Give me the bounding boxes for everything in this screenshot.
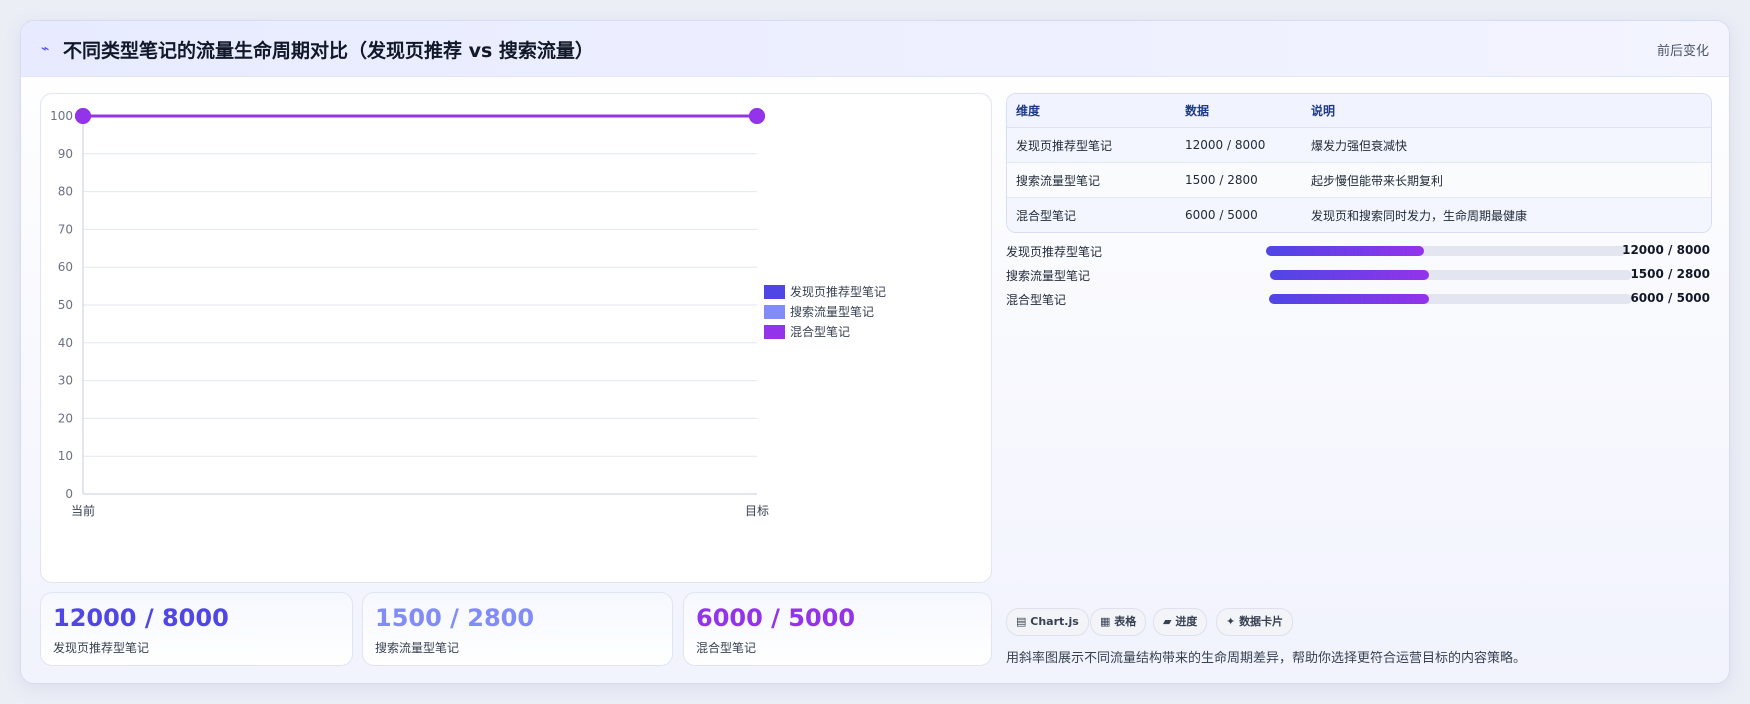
y-tick-label: 40 [58, 336, 73, 350]
progress-fill [1266, 246, 1425, 256]
y-tick-label: 90 [58, 147, 73, 161]
chip-table[interactable]: ▦ 表格 [1090, 608, 1147, 636]
y-tick-label: 20 [58, 411, 73, 425]
stat-label: 发现页推荐型笔记 [53, 641, 150, 655]
table-cell: 发现页推荐型笔记 [1007, 127, 1176, 163]
y-tick-label: 0 [65, 487, 73, 501]
stat-card-search: 1500 / 2800 搜索流量型笔记 [362, 592, 673, 666]
stat-label: 混合型笔记 [696, 641, 757, 655]
y-tick-label: 50 [58, 298, 73, 312]
progress-value: 1500 / 2800 [1630, 267, 1710, 281]
progress-track [1269, 294, 1632, 304]
column-header: 数据 [1176, 94, 1302, 128]
stat-value: 6000 / 5000 [696, 604, 856, 632]
progress-row: 搜索流量型笔记 1500 / 2800 [1006, 267, 1710, 283]
table-cell: 12000 / 8000 [1176, 127, 1302, 163]
table-cell: 1500 / 2800 [1176, 162, 1302, 198]
progress-fill [1270, 270, 1430, 280]
data-point [75, 108, 91, 124]
chart-description: 用斜率图展示不同流量结构带来的生命周期差异，帮助你选择更符合运营目标的内容策略。 [1006, 651, 1527, 666]
x-tick-label: 当前 [71, 503, 95, 518]
table-cell: 起步慢但能带来长期复利 [1302, 162, 1711, 198]
slope-chart: 0 10 20 30 40 50 60 70 80 90 100 当前 目标 发现页推荐型笔记 搜索流量型笔… [40, 93, 992, 583]
column-header: 维度 [1007, 94, 1176, 128]
stat-card-mixed: 6000 / 5000 混合型笔记 [683, 592, 992, 666]
progress-row: 发现页推荐型笔记 12000 / 8000 [1006, 243, 1710, 259]
table-cell: 6000 / 5000 [1185, 208, 1258, 222]
table-cell: 爆发力强但衰减快 [1302, 127, 1711, 163]
chip-label: 表格 [1114, 615, 1137, 628]
stat-value: 1500 / 2800 [375, 604, 535, 632]
stat-label: 搜索流量型笔记 [375, 641, 460, 655]
column-header: 说明 [1302, 94, 1711, 128]
x-tick-label: 目标 [745, 504, 769, 518]
chip-chartjs[interactable]: ▤ Chart.js [1006, 608, 1089, 636]
card-icon: ✦ [1226, 615, 1236, 628]
chip-progress[interactable]: ▰ 进度 [1153, 608, 1208, 636]
table-row: 发现页推荐型笔记 12000 / 8000 爆发力强但衰减快 [1007, 127, 1711, 163]
legend-swatch [764, 285, 785, 299]
table-row: 搜索流量型笔记 1500 / 2800 起步慢但能带来长期复利 [1007, 162, 1711, 198]
y-tick-label: 70 [58, 222, 73, 236]
chip-label: 进度 [1175, 615, 1198, 628]
progress-label: 混合型笔记 [1006, 293, 1067, 307]
y-tick-label: 80 [58, 185, 73, 199]
stat-value: 12000 / 8000 [53, 604, 229, 632]
legend-label: 搜索流量型笔记 [790, 304, 874, 319]
card-header: ⌁ 不同类型笔记的流量生命周期对比（发现页推荐 vs 搜索流量） 前后变化 [21, 21, 1729, 77]
legend-label: 混合型笔记 [790, 324, 850, 339]
stat-card-discover: 12000 / 8000 发现页推荐型笔记 [40, 592, 353, 666]
trend-icon: ⌁ [41, 41, 50, 57]
chip-data-card[interactable]: ✦ 数据卡片 [1216, 608, 1294, 636]
progress-row: 混合型笔记 6000 / 5000 [1006, 291, 1710, 307]
chart-icon: ▤ [1016, 615, 1027, 628]
table-icon: ▦ [1100, 615, 1111, 628]
dashboard-card: ⌁ 不同类型笔记的流量生命周期对比（发现页推荐 vs 搜索流量） 前后变化 0 1… [20, 20, 1730, 684]
progress-value: 12000 / 8000 [1622, 243, 1710, 257]
legend-swatch [764, 305, 785, 319]
progress-track [1266, 246, 1626, 256]
table-row: 混合型笔记 6000 / 5000 发现页和搜索同时发力，生命周期最健康 [1007, 197, 1711, 232]
data-point [749, 108, 765, 124]
table-header-row: 维度 数据 说明 [1007, 94, 1711, 128]
progress-label: 发现页推荐型笔记 [1006, 245, 1103, 259]
legend-label: 发现页推荐型笔记 [790, 284, 886, 299]
y-tick-label: 100 [50, 109, 73, 123]
y-tick-label: 10 [58, 449, 73, 463]
progress-icon: ▰ [1163, 615, 1172, 628]
chip-label: Chart.js [1030, 615, 1079, 628]
legend-swatch [764, 325, 785, 339]
y-tick-label: 30 [58, 374, 73, 388]
table-cell: 搜索流量型笔记 [1007, 162, 1176, 198]
progress-label: 搜索流量型笔记 [1006, 269, 1091, 283]
data-table: 维度 数据 说明 发现页推荐型笔记 12000 / 8000 爆发力强但衰减快 … [1006, 93, 1712, 233]
y-tick-label: 60 [58, 260, 73, 274]
progress-value: 6000 / 5000 [1630, 291, 1710, 305]
progress-fill [1269, 294, 1429, 304]
progress-track [1270, 270, 1632, 280]
chip-label: 数据卡片 [1239, 615, 1284, 628]
table-cell: 混合型笔记 [1016, 208, 1077, 223]
page-title: 不同类型笔记的流量生命周期对比（发现页推荐 vs 搜索流量） [63, 40, 594, 62]
table-cell: 发现页和搜索同时发力，生命周期最健康 [1311, 208, 1528, 223]
comparison-label: 前后变化 [1656, 44, 1709, 59]
chart-canvas: 0 10 20 30 40 50 60 70 80 90 100 当前 目标 发现页推荐型笔记搜索流量型笔… [50, 108, 886, 518]
